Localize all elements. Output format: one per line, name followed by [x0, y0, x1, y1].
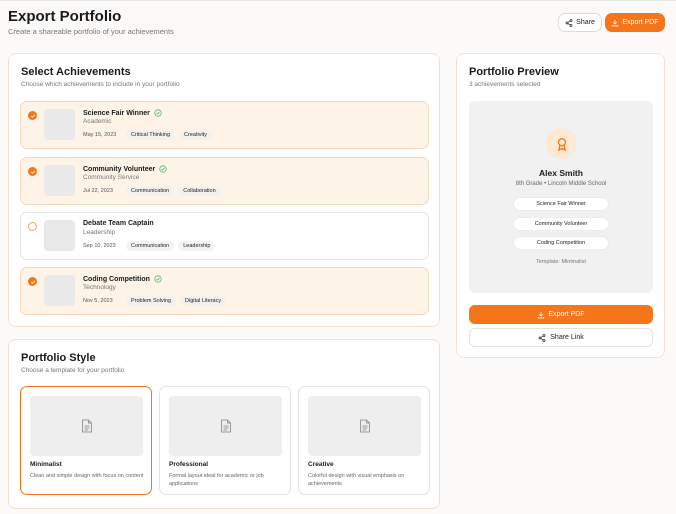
- preview-panel: Portfolio Preview 3 achievements selecte…: [456, 53, 665, 358]
- achievement-card[interactable]: Science Fair Winner Academic May 15, 2023 C…: [20, 101, 429, 149]
- template-card-professional[interactable]: Professional Formal layout ideal for acad…: [159, 386, 291, 495]
- award-icon: [546, 128, 577, 159]
- style-panel: Portfolio Style Choose a template for yo…: [8, 339, 440, 509]
- share-link-button[interactable]: Share Link: [469, 328, 653, 347]
- document-icon: [81, 419, 92, 433]
- share-icon: [538, 333, 546, 342]
- style-title: Portfolio Style: [21, 352, 96, 364]
- skill-tag: Leadership: [178, 241, 216, 251]
- achievement-category: Community Service: [83, 174, 140, 181]
- achievement-title-row: Science Fair Winner: [83, 109, 162, 117]
- preview-template-label: Template: Minimalist: [536, 259, 586, 265]
- template-card-creative[interactable]: Creative Colorful design with visual emph…: [298, 386, 430, 495]
- template-name: Creative: [308, 461, 334, 468]
- achievement-title-row: Debate Team Captain: [83, 220, 154, 227]
- verified-check-icon: [159, 165, 167, 173]
- document-icon: [359, 419, 370, 433]
- achievement-thumbnail: [44, 220, 75, 251]
- achievement-title-row: Coding Competition: [83, 275, 162, 283]
- achievement-thumbnail: [44, 165, 75, 196]
- skill-tag: Digital Literacy: [180, 296, 227, 306]
- achievement-thumbnail: [44, 109, 75, 140]
- achievement-date: Jul 22, 2023: [83, 188, 113, 194]
- share-icon: [565, 18, 573, 27]
- page-subtitle: Create a shareable portfolio of your ach…: [8, 27, 174, 36]
- achievement-checkbox[interactable]: [28, 222, 37, 231]
- achievement-title: Debate Team Captain: [83, 220, 154, 227]
- skill-tag: Communication: [126, 186, 175, 196]
- preview-subtitle: 3 achievements selected: [469, 81, 541, 88]
- template-thumbnail: [169, 396, 282, 456]
- achievement-checkbox[interactable]: [28, 111, 37, 120]
- achievement-thumbnail: [44, 275, 75, 306]
- achievement-checkbox[interactable]: [28, 277, 37, 286]
- achievement-card[interactable]: Coding Competition Technology Nov 5, 2023 P…: [20, 267, 429, 315]
- preview-pill: Science Fair Winner: [513, 197, 609, 211]
- share-button-label: Share: [576, 19, 595, 26]
- preview-pill: Coding Competition: [513, 236, 609, 250]
- preview-card: Alex Smith 8th Grade • Lincoln Middle Sc…: [469, 101, 653, 293]
- export-pdf-label: Export PDF: [622, 19, 659, 26]
- skill-tag: Critical Thinking: [126, 130, 176, 140]
- style-subtitle: Choose a template for your portfolio: [21, 367, 125, 374]
- template-name: Professional: [169, 461, 209, 468]
- template-description: Colorful design with visual emphasis on …: [308, 473, 405, 488]
- achievement-category: Academic: [83, 118, 112, 125]
- achievement-tags: Communication Leadership: [126, 241, 216, 251]
- export-pdf-button[interactable]: Export PDF: [605, 13, 665, 32]
- top-border: [0, 0, 676, 1]
- preview-title: Portfolio Preview: [469, 66, 559, 78]
- skill-tag: Creativity: [179, 130, 212, 140]
- achievement-title: Science Fair Winner: [83, 109, 150, 117]
- achievement-date: May 15, 2023: [83, 132, 117, 138]
- achievement-card[interactable]: Community Volunteer Community Service Jul …: [20, 157, 429, 205]
- achievement-date: Sep 10, 2023: [83, 243, 116, 249]
- achievement-category: Technology: [83, 284, 116, 291]
- achievement-date: Nov 5, 2023: [83, 298, 113, 304]
- template-card-minimalist[interactable]: Minimalist Clean and simple design with f…: [20, 386, 152, 495]
- achievements-subtitle: Choose which achievements to include in …: [21, 81, 180, 88]
- preview-export-pdf-button[interactable]: Export PDF: [469, 305, 653, 324]
- achievement-title: Community Volunteer: [83, 165, 156, 173]
- preview-student-name: Alex Smith: [539, 168, 583, 178]
- template-thumbnail: [30, 396, 143, 456]
- share-button[interactable]: Share: [558, 13, 602, 32]
- achievement-tags: Communication Collaboration: [126, 186, 221, 196]
- achievement-title: Coding Competition: [83, 275, 150, 283]
- skill-tag: Problem Solving: [126, 296, 177, 306]
- page-title: Export Portfolio: [8, 8, 122, 25]
- preview-export-label: Export PDF: [548, 311, 585, 318]
- template-description: Clean and simple design with focus on co…: [30, 473, 144, 479]
- download-icon: [612, 19, 619, 26]
- template-thumbnail: [308, 396, 421, 456]
- template-name: Minimalist: [30, 461, 62, 468]
- achievement-card[interactable]: Debate Team Captain Leadership Sep 10, 202…: [20, 212, 429, 260]
- achievement-category: Leadership: [83, 229, 116, 236]
- preview-student-meta: 8th Grade • Lincoln Middle School: [515, 181, 607, 187]
- document-icon: [220, 419, 231, 433]
- download-icon: [538, 311, 545, 318]
- verified-check-icon: [154, 109, 162, 117]
- verified-check-icon: [154, 275, 162, 283]
- achievements-panel: Select Achievements Choose which achieve…: [8, 53, 440, 327]
- achievement-tags: Critical Thinking Creativity: [126, 130, 212, 140]
- share-link-label: Share Link: [550, 334, 584, 341]
- preview-pill: Community Volunteer: [513, 217, 609, 231]
- achievements-title: Select Achievements: [21, 66, 131, 78]
- achievement-checkbox[interactable]: [28, 167, 37, 176]
- skill-tag: Collaboration: [178, 186, 221, 196]
- skill-tag: Communication: [126, 241, 175, 251]
- achievement-tags: Problem Solving Digital Literacy: [126, 296, 227, 306]
- template-description: Formal layout ideal for academic or job …: [169, 473, 264, 488]
- achievement-title-row: Community Volunteer: [83, 165, 167, 173]
